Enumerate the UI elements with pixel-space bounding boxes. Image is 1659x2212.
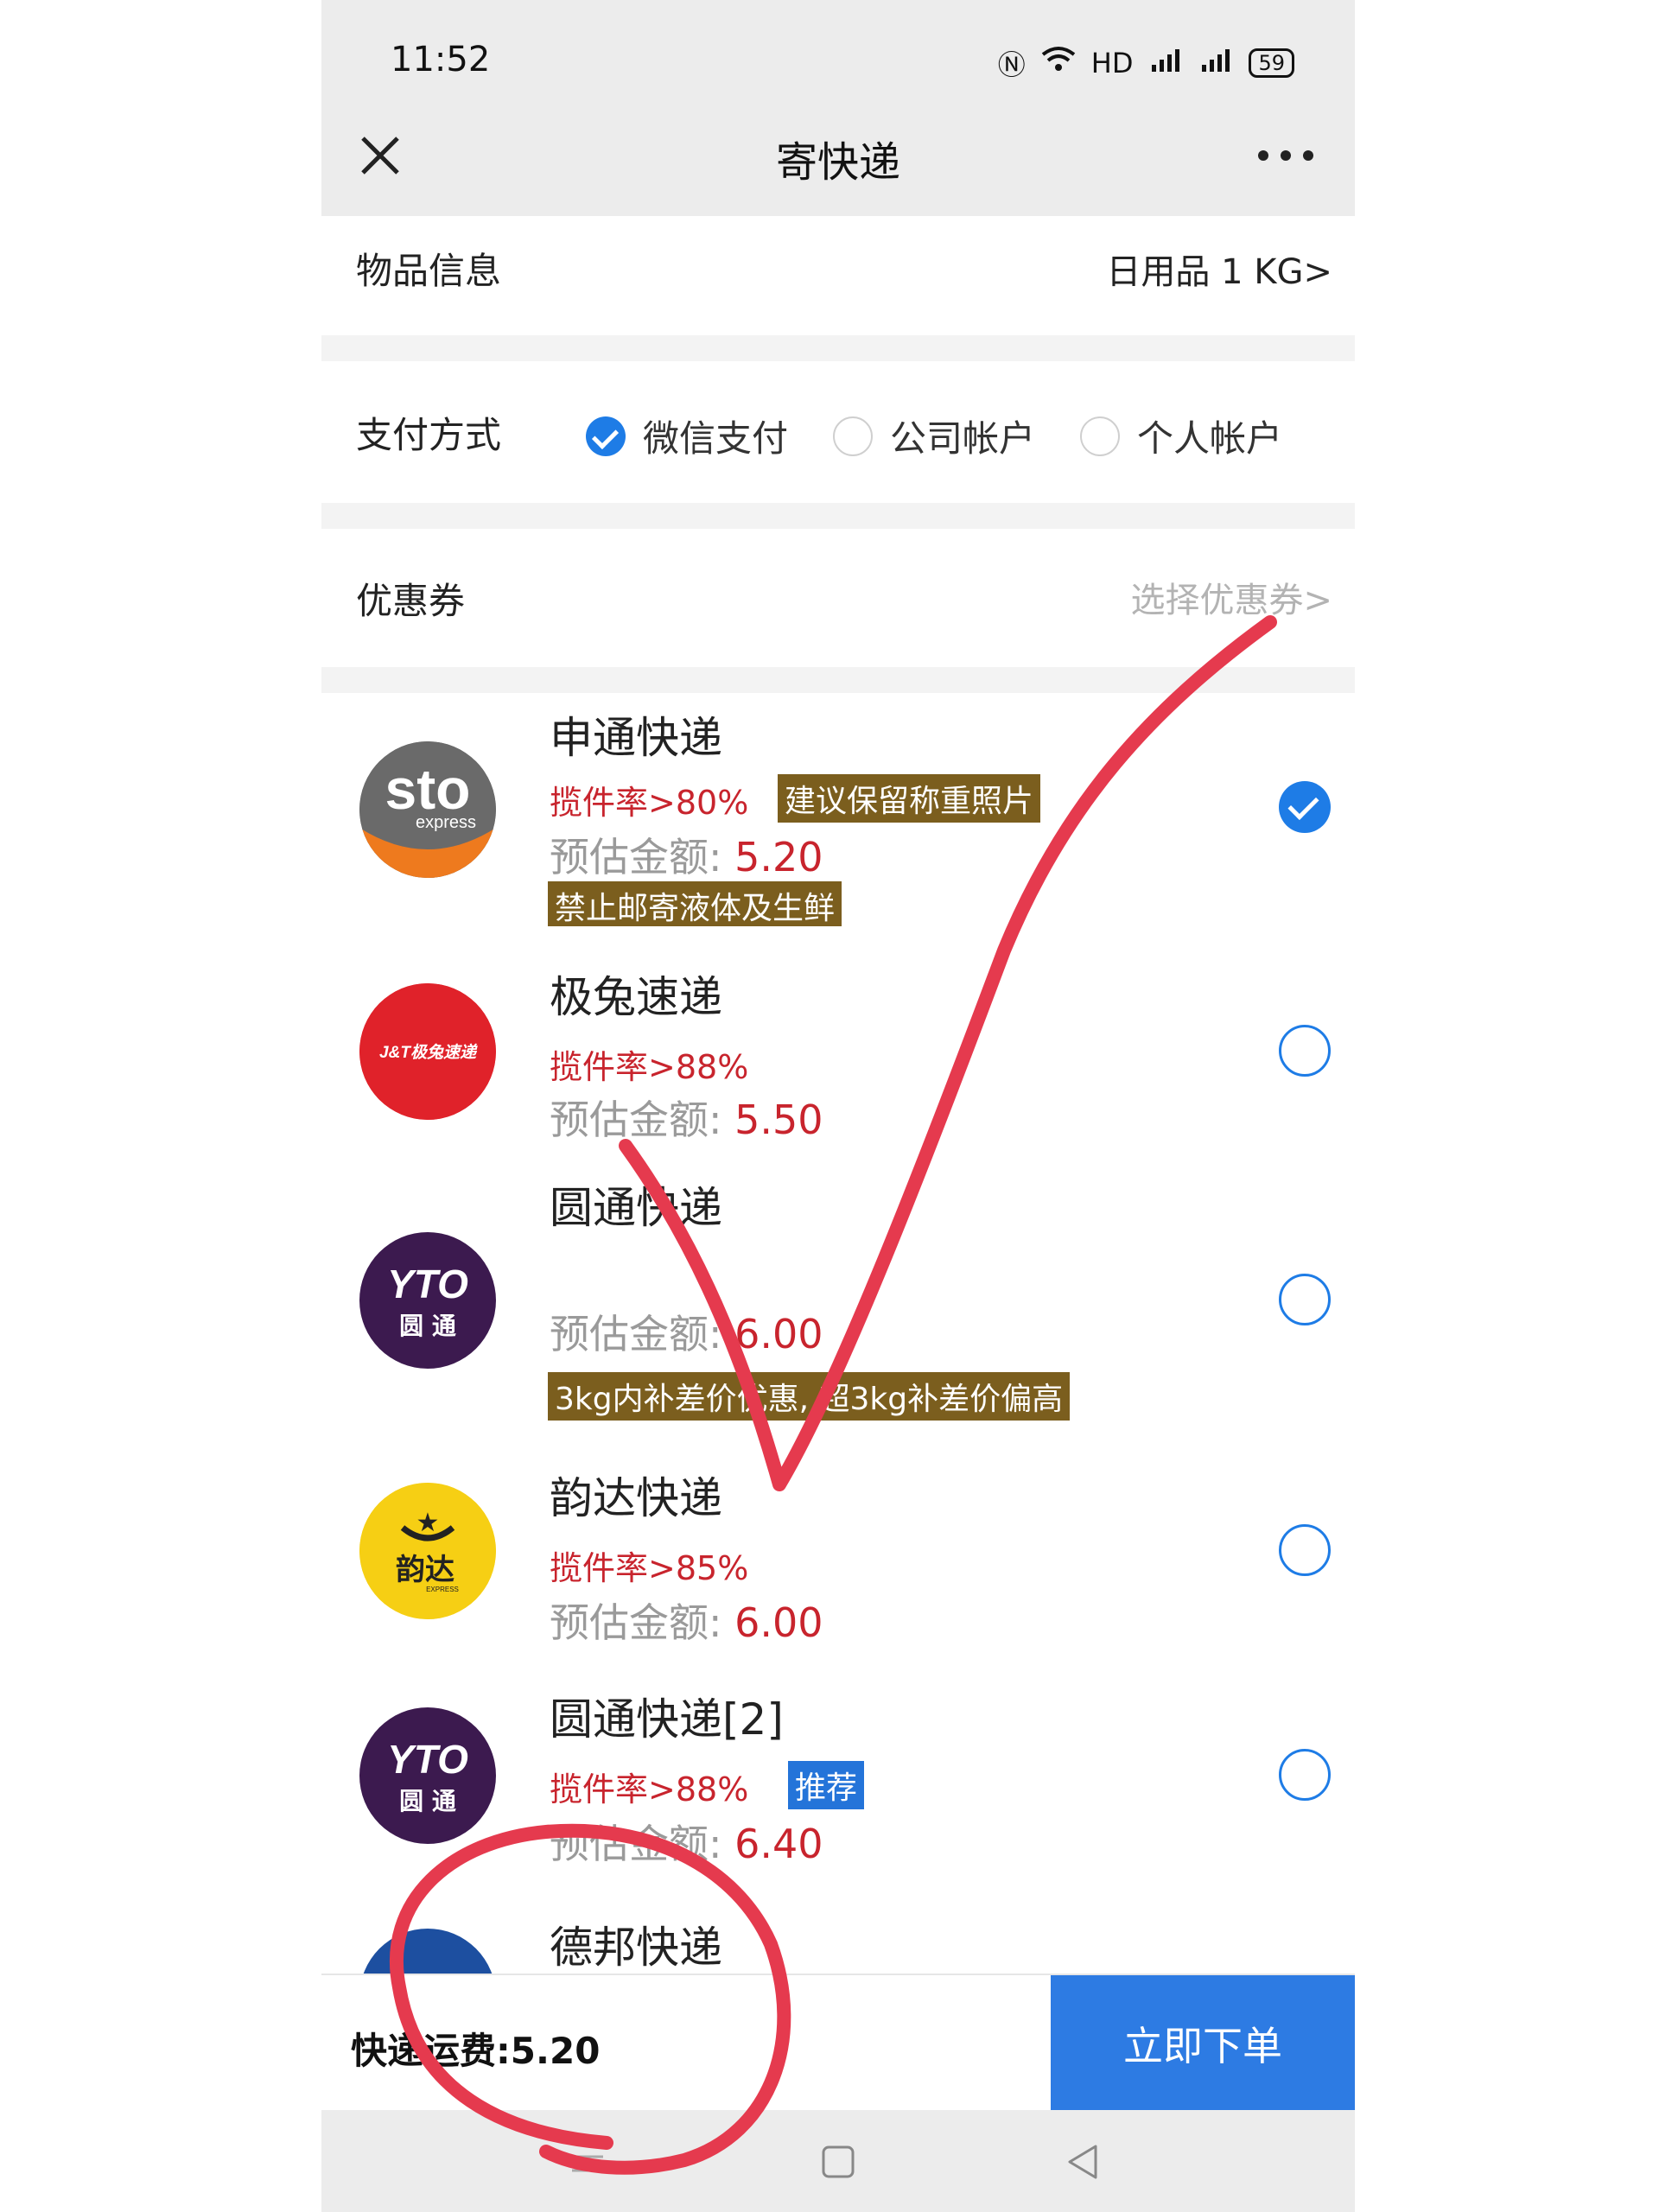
tag: 3kg内补差价优惠, 超3kg补差价偏高 xyxy=(548,1372,1071,1421)
yunda-logo-text: 韵达 xyxy=(396,1553,454,1587)
payment-option-label: 个人帐户 xyxy=(1137,417,1283,460)
status-icons: Ⓝ HD 59 xyxy=(998,43,1294,83)
courier-name: 韵达快递 xyxy=(550,1473,722,1523)
courier-name: 极兔速递 xyxy=(550,972,722,1022)
price-value: 6.00 xyxy=(734,1599,823,1646)
courier-name: 德邦快递 xyxy=(550,1923,722,1973)
courier-item-yto-2[interactable]: YTO 圆 通 圆通快递[2] 揽件率>88% 推荐 预估金额: 6.40 xyxy=(342,1649,1334,1875)
shipping-fee: 快递运费:5.20 xyxy=(351,2030,601,2072)
courier-name: 圆通快递[2] xyxy=(550,1694,784,1745)
yto-logo-text: YTO xyxy=(387,1262,468,1306)
price-label: 预估金额: xyxy=(550,834,735,880)
estimated-price: 预估金额: 5.50 xyxy=(550,1089,823,1146)
signal-icon xyxy=(1148,46,1183,80)
yto-logo: YTO 圆 通 xyxy=(359,1707,496,1844)
item-info-label: 物品信息 xyxy=(356,250,502,292)
status-time: 11:52 xyxy=(391,40,491,79)
estimated-price: 预估金额: 6.40 xyxy=(550,1813,823,1870)
courier-name: 申通快递 xyxy=(550,713,722,763)
courier-name: 圆通快递 xyxy=(550,1183,722,1233)
nfc-icon: Ⓝ xyxy=(997,48,1026,81)
item-info-row[interactable]: 物品信息 日用品 1 KG> xyxy=(321,216,1355,335)
estimated-price: 预估金额: 5.20 xyxy=(550,826,823,883)
sto-logo-text: sto xyxy=(385,757,471,821)
divider xyxy=(321,667,1355,693)
radio-icon xyxy=(1080,416,1120,456)
courier-item-sto[interactable]: sto express 申通快递 揽件率>80% 建议保留称重照片 预估金额: … xyxy=(342,693,1334,930)
select-radio-checked[interactable] xyxy=(1279,781,1331,833)
yto-logo: YTO 圆 通 xyxy=(359,1232,496,1369)
select-radio[interactable] xyxy=(1279,1025,1331,1077)
yunda-logo: ★ 韵达 EXPRESS xyxy=(359,1483,496,1619)
wifi-icon xyxy=(1041,46,1076,80)
coupon-row[interactable]: 优惠券 选择优惠券> xyxy=(321,529,1355,667)
jt-logo-text: J&T极兔速递 xyxy=(379,1043,478,1062)
price-value: 6.40 xyxy=(734,1821,823,1867)
payment-option-label: 微信支付 xyxy=(643,417,789,460)
radio-icon xyxy=(833,416,873,456)
payment-option-wechat[interactable]: 微信支付 xyxy=(586,410,788,462)
signal-icon-2 xyxy=(1198,46,1233,80)
payment-option-personal[interactable]: 个人帐户 xyxy=(1080,410,1282,462)
phone-screen: 11:52 Ⓝ HD 59 寄快递 物品信息 日用品 1 KG> 支付方式 微信… xyxy=(321,0,1355,2212)
select-radio[interactable] xyxy=(1279,1274,1331,1325)
yunda-logo-sub: EXPRESS xyxy=(426,1586,459,1593)
jt-logo: J&T极兔速递 xyxy=(359,983,496,1120)
price-label: 预估金额: xyxy=(550,1821,735,1867)
price-value: 6.00 xyxy=(734,1311,823,1357)
estimated-price: 预估金额: 6.00 xyxy=(550,1303,823,1360)
price-value: 5.20 xyxy=(734,834,823,880)
price-label: 预估金额: xyxy=(550,1311,735,1357)
courier-item-yto[interactable]: YTO 圆 通 圆通快递 预估金额: 6.00 3kg内补差价优惠, 超3kg补… xyxy=(342,1149,1334,1429)
price-label: 预估金额: xyxy=(550,1599,735,1646)
payment-option-label: 公司帐户 xyxy=(890,417,1036,460)
sto-logo-sub: express xyxy=(416,813,476,832)
hd-label: HD xyxy=(1090,47,1134,79)
more-icon[interactable] xyxy=(1251,130,1320,181)
select-radio[interactable] xyxy=(1279,1524,1331,1576)
courier-item-yunda[interactable]: ★ 韵达 EXPRESS 韵达快递 揽件率>85% 预估金额: 6.00 xyxy=(342,1427,1334,1650)
system-nav-bar xyxy=(321,2110,1355,2212)
divider xyxy=(321,335,1355,361)
item-info-value[interactable]: 日用品 1 KG> xyxy=(1106,244,1332,294)
back-icon[interactable] xyxy=(1065,2143,1099,2184)
price-label: 预估金额: xyxy=(550,1096,735,1143)
battery-icon: 59 xyxy=(1249,48,1294,78)
menu-icon[interactable] xyxy=(570,2153,605,2177)
divider xyxy=(321,503,1355,529)
pickup-rate: 揽件率>80% xyxy=(550,784,749,822)
page-title: 寄快递 xyxy=(775,138,900,187)
payment-option-company[interactable]: 公司帐户 xyxy=(833,410,1035,462)
pickup-rate: 揽件率>88% xyxy=(550,1048,749,1086)
yto-logo-text: YTO xyxy=(387,1737,468,1782)
sto-logo: sto express xyxy=(359,741,496,878)
page-header: 寄快递 xyxy=(321,95,1355,216)
place-order-button[interactable]: 立即下单 xyxy=(1051,1975,1355,2112)
coupon-label: 优惠券 xyxy=(356,580,466,622)
svg-text:★: ★ xyxy=(416,1508,440,1538)
select-radio[interactable] xyxy=(1279,1749,1331,1801)
estimated-price: 预估金额: 6.00 xyxy=(550,1592,823,1649)
radio-checked-icon xyxy=(586,416,626,456)
payment-label: 支付方式 xyxy=(356,414,502,456)
pickup-rate: 揽件率>85% xyxy=(550,1549,749,1587)
yto-logo-sub: 圆 通 xyxy=(399,1787,456,1815)
bottom-action-bar: 快递运费:5.20 立即下单 xyxy=(321,1974,1355,2112)
payment-row: 支付方式 微信支付 公司帐户 个人帐户 xyxy=(321,361,1355,503)
home-icon[interactable] xyxy=(821,2145,855,2183)
recommend-badge: 推荐 xyxy=(788,1761,865,1809)
courier-item-jt[interactable]: J&T极兔速递 极兔速递 揽件率>88% 预估金额: 5.50 xyxy=(342,926,1334,1151)
tag: 禁止邮寄液体及生鲜 xyxy=(548,881,842,930)
yto-logo-sub: 圆 通 xyxy=(399,1312,456,1340)
pickup-rate: 揽件率>88% xyxy=(550,1770,749,1808)
tag: 建议保留称重照片 xyxy=(778,774,1041,823)
coupon-select[interactable]: 选择优惠券> xyxy=(1130,572,1332,622)
price-value: 5.50 xyxy=(734,1096,823,1143)
